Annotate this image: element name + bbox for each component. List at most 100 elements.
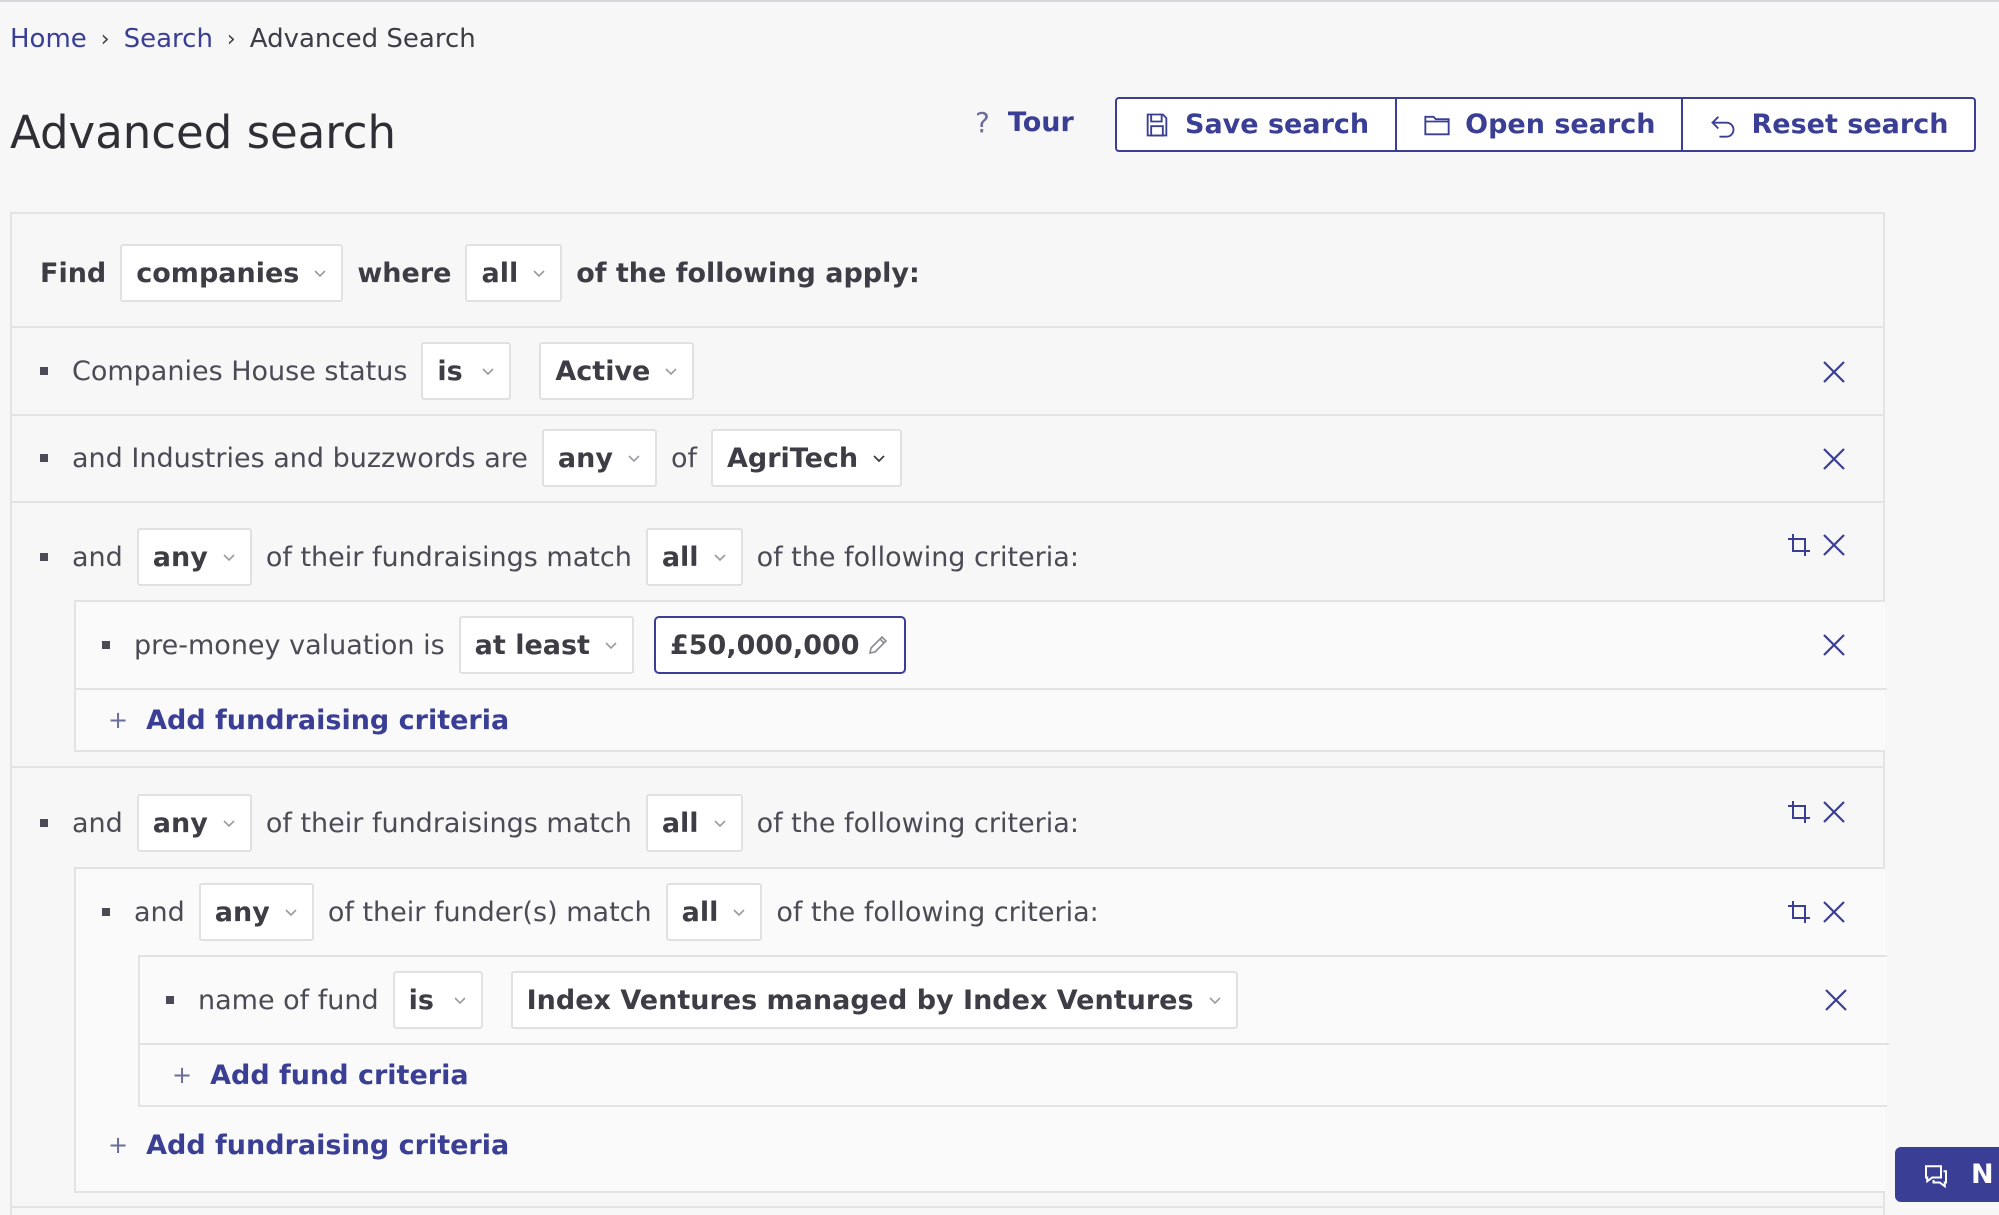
breadcrumb: Home › Search › Advanced Search <box>10 24 476 54</box>
fundraising-group-2-panel: and any of their funder(s) match all of … <box>74 867 1889 1193</box>
funder-quant-select[interactable]: any <box>198 883 314 941</box>
pre-money-value: £50,000,000 <box>669 629 860 661</box>
industries-label: and Industries and buzzwords are <box>72 442 528 474</box>
group2-quant2-value: all <box>661 807 699 839</box>
plus-icon: + <box>108 706 129 734</box>
breadcrumb-home[interactable]: Home <box>10 24 87 54</box>
group2-text2: of the following criteria: <box>756 807 1079 839</box>
funder-panel: name of fund is Index Ventures managed b… <box>138 955 1889 1107</box>
chevron-down-icon <box>285 909 297 917</box>
divider <box>12 501 1885 503</box>
question-icon: ? <box>975 106 990 139</box>
industries-op-value: any <box>557 442 613 474</box>
fund-name-label: name of fund <box>198 984 379 1016</box>
criterion-status: Companies House status is Active <box>40 342 708 400</box>
pre-money-op-value: at least <box>474 629 590 661</box>
group2-quant2-select[interactable]: all <box>645 794 743 852</box>
divider <box>12 1206 1885 1208</box>
find-suffix: of the following apply: <box>576 257 920 289</box>
search-actions: Save search Open search Reset search <box>1115 97 1977 152</box>
add-fundraising-label-2: Add fundraising criteria <box>146 1129 510 1161</box>
chevron-down-icon <box>314 270 326 278</box>
chevron-down-icon <box>533 270 545 278</box>
group1-quant2-value: all <box>661 541 699 573</box>
plus-icon: + <box>172 1061 193 1089</box>
close-icon[interactable] <box>1821 446 1847 472</box>
chevron-down-icon <box>482 368 494 376</box>
close-icon[interactable] <box>1821 899 1847 925</box>
chevron-down-icon <box>873 455 885 463</box>
close-icon[interactable] <box>1821 799 1847 825</box>
fund-op-value: is <box>408 984 434 1016</box>
tour-label: Tour <box>1007 107 1074 138</box>
breadcrumb-search[interactable]: Search <box>124 24 213 54</box>
criterion-industries: and Industries and buzzwords are any of … <box>40 429 916 487</box>
chevron-down-icon <box>665 368 677 376</box>
where-label: where <box>357 257 452 289</box>
open-search-label: Open search <box>1465 109 1656 140</box>
entity-select[interactable]: companies <box>120 244 344 302</box>
add-fundraising-criteria-button[interactable]: + Add fundraising criteria <box>108 702 509 738</box>
close-icon[interactable] <box>1821 632 1847 658</box>
find-label: Find <box>40 257 107 289</box>
find-row: Find companies where all of the followin… <box>40 244 934 302</box>
divider <box>12 766 1885 768</box>
chevron-down-icon <box>628 455 640 463</box>
close-icon[interactable] <box>1821 532 1847 558</box>
chat-icon <box>1925 1164 1947 1188</box>
add-fund-criteria-button[interactable]: + Add fund criteria <box>172 1057 469 1093</box>
pre-money-op-select[interactable]: at least <box>458 616 634 674</box>
of-label: of <box>670 442 697 474</box>
chevron-right-icon: › <box>226 26 236 52</box>
status-value-select[interactable]: Active <box>539 342 695 400</box>
add-fundraising-criteria-button-2[interactable]: + Add fundraising criteria <box>108 1127 509 1163</box>
group2-quant-value: any <box>152 807 208 839</box>
funder-quant-value: any <box>214 896 270 928</box>
funder-text1: of their funder(s) match <box>327 896 652 928</box>
industries-value-select[interactable]: AgriTech <box>710 429 903 487</box>
save-icon <box>1146 113 1168 136</box>
folder-icon <box>1424 115 1450 135</box>
save-search-button[interactable]: Save search <box>1117 99 1395 150</box>
group2-and: and <box>72 807 123 839</box>
fund-value-select[interactable]: Index Ventures managed by Index Ventures <box>510 971 1238 1029</box>
nest-icon[interactable] <box>1786 799 1812 825</box>
reset-icon <box>1711 115 1735 138</box>
funder-quant2-select[interactable]: all <box>665 883 763 941</box>
status-op-select[interactable]: is <box>421 342 512 400</box>
pre-money-input[interactable]: £50,000,000 <box>653 616 906 674</box>
chevron-down-icon <box>605 642 617 650</box>
group1-and: and <box>72 541 123 573</box>
top-border <box>0 0 1999 2</box>
fund-op-select[interactable]: is <box>392 971 483 1029</box>
chat-button[interactable]: N <box>1895 1147 1999 1202</box>
add-fundraising-label: Add fundraising criteria <box>146 704 510 736</box>
bullet <box>102 641 110 649</box>
open-search-button[interactable]: Open search <box>1395 99 1681 150</box>
status-op-value: is <box>437 355 463 387</box>
nest-icon[interactable] <box>1786 532 1812 558</box>
bullet <box>40 367 48 375</box>
funder-text2: of the following criteria: <box>776 896 1099 928</box>
industries-op-select[interactable]: any <box>541 429 657 487</box>
close-icon[interactable] <box>1823 987 1849 1013</box>
group1-text2: of the following criteria: <box>756 541 1079 573</box>
chevron-down-icon <box>733 909 745 917</box>
bullet <box>102 908 110 916</box>
group2-quant-select[interactable]: any <box>136 794 252 852</box>
industries-value: AgriTech <box>726 442 859 474</box>
quantifier-select[interactable]: all <box>465 244 563 302</box>
pencil-icon <box>868 635 888 655</box>
fundraising-group-1: and any of their fundraisings match all … <box>40 528 1093 586</box>
nest-icon[interactable] <box>1786 899 1812 925</box>
group1-quant2-select[interactable]: all <box>645 528 743 586</box>
bullet <box>40 819 48 827</box>
divider <box>140 1043 1889 1045</box>
chevron-down-icon <box>1208 997 1221 1005</box>
reset-search-label: Reset search <box>1751 109 1949 140</box>
close-icon[interactable] <box>1821 359 1847 385</box>
bullet <box>166 996 174 1004</box>
tour-button[interactable]: ? Tour <box>975 106 1074 139</box>
group1-quant-select[interactable]: any <box>136 528 252 586</box>
reset-search-button[interactable]: Reset search <box>1681 99 1974 150</box>
